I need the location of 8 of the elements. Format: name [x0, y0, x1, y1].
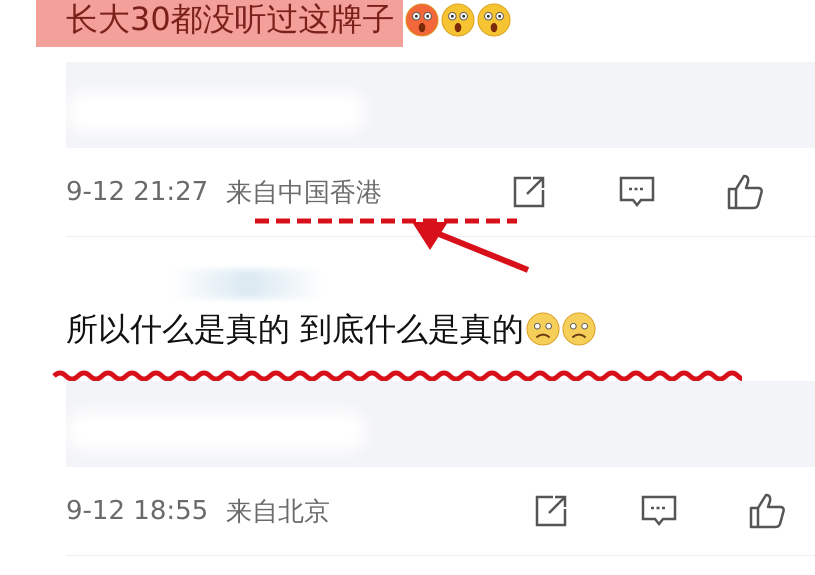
like-icon[interactable] [725, 172, 765, 212]
location-label: 来自北京 [226, 496, 330, 528]
comment-text: 长大30都没听过这牌子 [36, 0, 403, 47]
post-time: 9-12 21:27 [66, 177, 208, 207]
location-label: 来自中国香港 [226, 176, 382, 210]
post-time: 9-12 18:55 [66, 496, 208, 526]
comment-text: 所以什么是真的 到底什么是真的 [66, 313, 524, 345]
like-icon[interactable] [747, 491, 787, 531]
